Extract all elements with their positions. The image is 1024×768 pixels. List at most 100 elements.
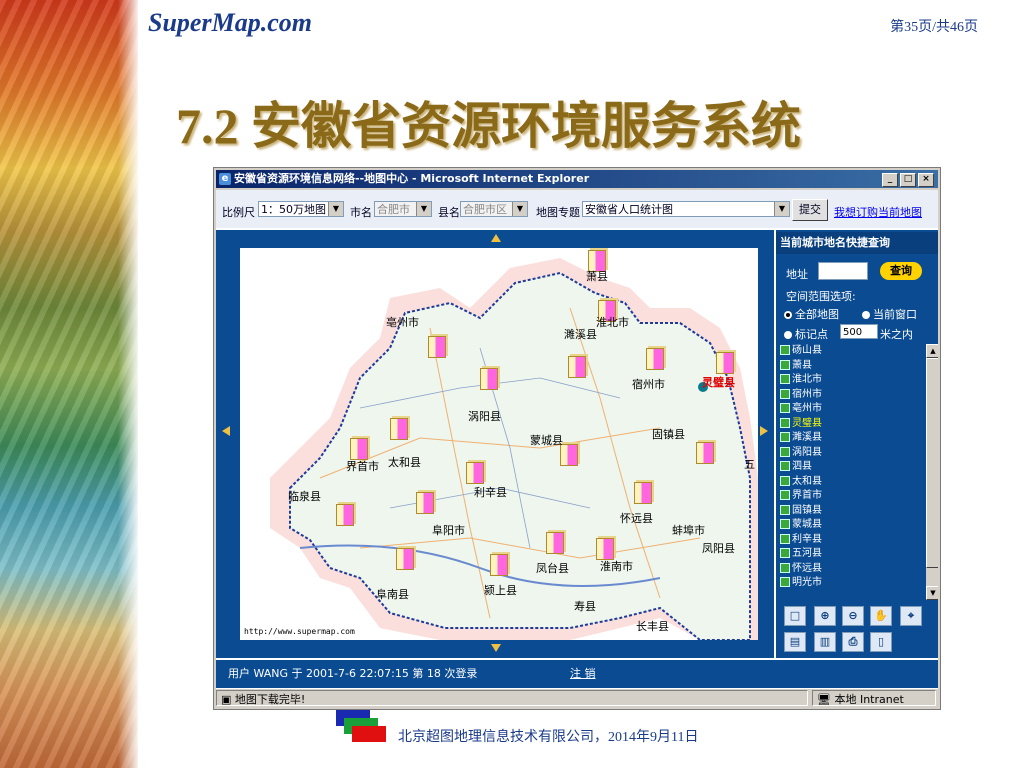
expand-icon[interactable] bbox=[780, 461, 790, 471]
stat-bar bbox=[634, 482, 652, 504]
place-list-item[interactable]: 灵璧县 bbox=[780, 417, 926, 432]
chevron-down-icon[interactable]: ▼ bbox=[328, 202, 343, 216]
place-list-item[interactable]: 太和县 bbox=[780, 475, 926, 490]
pan-north-arrow[interactable] bbox=[491, 234, 501, 242]
minimize-button[interactable]: _ bbox=[882, 173, 898, 187]
expand-icon[interactable] bbox=[780, 475, 790, 486]
status-page-icon: ▣ bbox=[221, 693, 235, 706]
map-label: 怀远县 bbox=[620, 512, 653, 525]
submit-button[interactable]: 提交 bbox=[792, 199, 828, 221]
map-label: 蚌埠市 bbox=[672, 524, 705, 537]
pan-south-arrow[interactable] bbox=[491, 644, 501, 652]
expand-icon[interactable] bbox=[780, 548, 790, 558]
place-name: 明光市 bbox=[792, 577, 822, 588]
scroll-down-icon[interactable]: ▼ bbox=[926, 586, 938, 600]
logo-square-red bbox=[352, 726, 386, 742]
map-label: 太和县 bbox=[388, 456, 421, 469]
place-list-item[interactable]: 亳州市 bbox=[780, 402, 926, 417]
place-list-item[interactable]: 涡阳县 bbox=[780, 446, 926, 461]
expand-icon[interactable] bbox=[780, 533, 790, 544]
place-name: 怀远县 bbox=[792, 562, 822, 574]
place-list-item[interactable]: 怀远县 bbox=[780, 562, 926, 577]
logout-link[interactable]: 注 销 bbox=[570, 660, 596, 688]
place-list-item[interactable]: 界首市 bbox=[780, 489, 926, 504]
place-list-item[interactable]: 淮北市 bbox=[780, 373, 926, 388]
place-list-item[interactable]: 萧县 bbox=[780, 359, 926, 374]
map-label: 阜阳市 bbox=[432, 524, 465, 537]
place-name: 利辛县 bbox=[792, 533, 822, 545]
place-list-scrollbar[interactable]: ▲ ▼ bbox=[926, 344, 938, 600]
expand-icon[interactable] bbox=[780, 446, 790, 457]
opt-marker-radio[interactable]: 标记点 bbox=[784, 326, 828, 342]
crosshair-icon[interactable]: ⌖ bbox=[900, 606, 922, 626]
expand-icon[interactable] bbox=[780, 490, 790, 500]
expand-icon[interactable] bbox=[780, 374, 790, 384]
scroll-thumb[interactable] bbox=[926, 358, 938, 568]
stat-bar bbox=[350, 438, 368, 460]
expand-icon[interactable] bbox=[780, 359, 790, 370]
stat-bar bbox=[428, 336, 446, 358]
place-list-item[interactable]: 濉溪县 bbox=[780, 431, 926, 446]
place-list-item[interactable]: 蒙城县 bbox=[780, 518, 926, 533]
theme-select[interactable]: 安徽省人口统计图 ▼ bbox=[582, 201, 790, 217]
zoom-in-icon[interactable]: ⊕ bbox=[814, 606, 836, 626]
web-page: 比例尺 1：50万地图 ▼ 市名 合肥市 ▼ 县名 合肥市区 ▼ 地图专题 安徽… bbox=[216, 190, 938, 689]
supermap-logo: SuperMap.com bbox=[148, 8, 312, 37]
map-label: 固镇县 bbox=[652, 428, 685, 441]
opt-current-radio[interactable]: 当前窗口 bbox=[862, 306, 917, 322]
place-list[interactable]: 砀山县 萧县 淮北市 宿州市 亳州市 灵璧县 濉溪县涡阳县 泗县 太和县 界首市固镇县 蒙城县 利辛县… bbox=[780, 344, 926, 600]
radio-off-icon bbox=[862, 311, 870, 319]
scale-select[interactable]: 1：50万地图 ▼ bbox=[258, 201, 344, 217]
place-list-item[interactable]: 五河县 bbox=[780, 547, 926, 562]
county-select[interactable]: 合肥市区 ▼ bbox=[460, 201, 528, 217]
city-select[interactable]: 合肥市 ▼ bbox=[374, 201, 432, 217]
expand-icon[interactable] bbox=[780, 504, 790, 515]
expand-icon[interactable] bbox=[780, 577, 790, 587]
stat-bar bbox=[466, 462, 484, 484]
book-icon[interactable]: ▤ bbox=[784, 632, 806, 652]
maximize-button[interactable]: □ bbox=[900, 173, 916, 187]
map-label: 凤阳县 bbox=[702, 542, 735, 555]
open-book-icon[interactable]: ▥ bbox=[814, 632, 836, 652]
expand-icon[interactable] bbox=[780, 345, 790, 355]
document-icon[interactable]: ▯ bbox=[870, 632, 892, 652]
stat-bar bbox=[716, 352, 734, 374]
chevron-down-icon[interactable]: ▼ bbox=[774, 202, 789, 216]
place-name: 界首市 bbox=[792, 490, 822, 501]
expand-icon[interactable] bbox=[780, 432, 790, 442]
query-button[interactable]: 查询 bbox=[880, 262, 922, 280]
place-name: 濉溪县 bbox=[792, 432, 822, 443]
place-list-item[interactable]: 泗县 bbox=[780, 460, 926, 475]
print-icon[interactable]: ⎙ bbox=[842, 632, 864, 652]
expand-icon[interactable] bbox=[780, 417, 790, 428]
subscribe-map-link[interactable]: 我想订购当前地图 bbox=[834, 204, 922, 220]
place-list-item[interactable]: 砀山县 bbox=[780, 344, 926, 359]
close-button[interactable]: × bbox=[918, 173, 934, 187]
expand-icon[interactable] bbox=[780, 388, 790, 399]
theme-label: 地图专题 bbox=[536, 206, 580, 219]
distance-input[interactable]: 500 bbox=[840, 324, 878, 339]
place-list-item[interactable]: 宿州市 bbox=[780, 388, 926, 403]
expand-icon[interactable] bbox=[780, 403, 790, 413]
scroll-up-icon[interactable]: ▲ bbox=[926, 344, 938, 358]
pan-east-arrow[interactable] bbox=[760, 426, 768, 436]
place-list-item[interactable]: 固镇县 bbox=[780, 504, 926, 519]
zoom-out-icon[interactable]: ⊖ bbox=[842, 606, 864, 626]
select-tool-icon[interactable]: □ bbox=[784, 606, 806, 626]
place-list-item[interactable]: 明光市 bbox=[780, 576, 926, 591]
address-input[interactable] bbox=[818, 262, 868, 280]
pan-hand-icon[interactable]: ✋ bbox=[870, 606, 892, 626]
map-label: 亳州市 bbox=[386, 316, 419, 329]
chevron-down-icon[interactable]: ▼ bbox=[416, 202, 431, 216]
map-label-highlight[interactable]: 灵璧县 bbox=[702, 374, 735, 390]
pan-west-arrow[interactable] bbox=[222, 426, 230, 436]
opt-all-radio[interactable]: 全部地图 bbox=[784, 306, 839, 322]
opt-current-label: 当前窗口 bbox=[873, 308, 917, 321]
place-list-item[interactable]: 利辛县 bbox=[780, 533, 926, 548]
window-titlebar[interactable]: e 安徽省资源环境信息网络--地图中心 - Microsoft Internet… bbox=[216, 170, 938, 188]
chevron-down-icon[interactable]: ▼ bbox=[512, 202, 527, 216]
map-canvas[interactable]: 萧县 亳州市 淮北市 濉溪县 宿州市 灵璧县 涡阳县 蒙城县 固镇县 界首市 太… bbox=[240, 248, 758, 640]
expand-icon[interactable] bbox=[780, 562, 790, 573]
expand-icon[interactable] bbox=[780, 519, 790, 529]
stat-bar bbox=[396, 548, 414, 570]
